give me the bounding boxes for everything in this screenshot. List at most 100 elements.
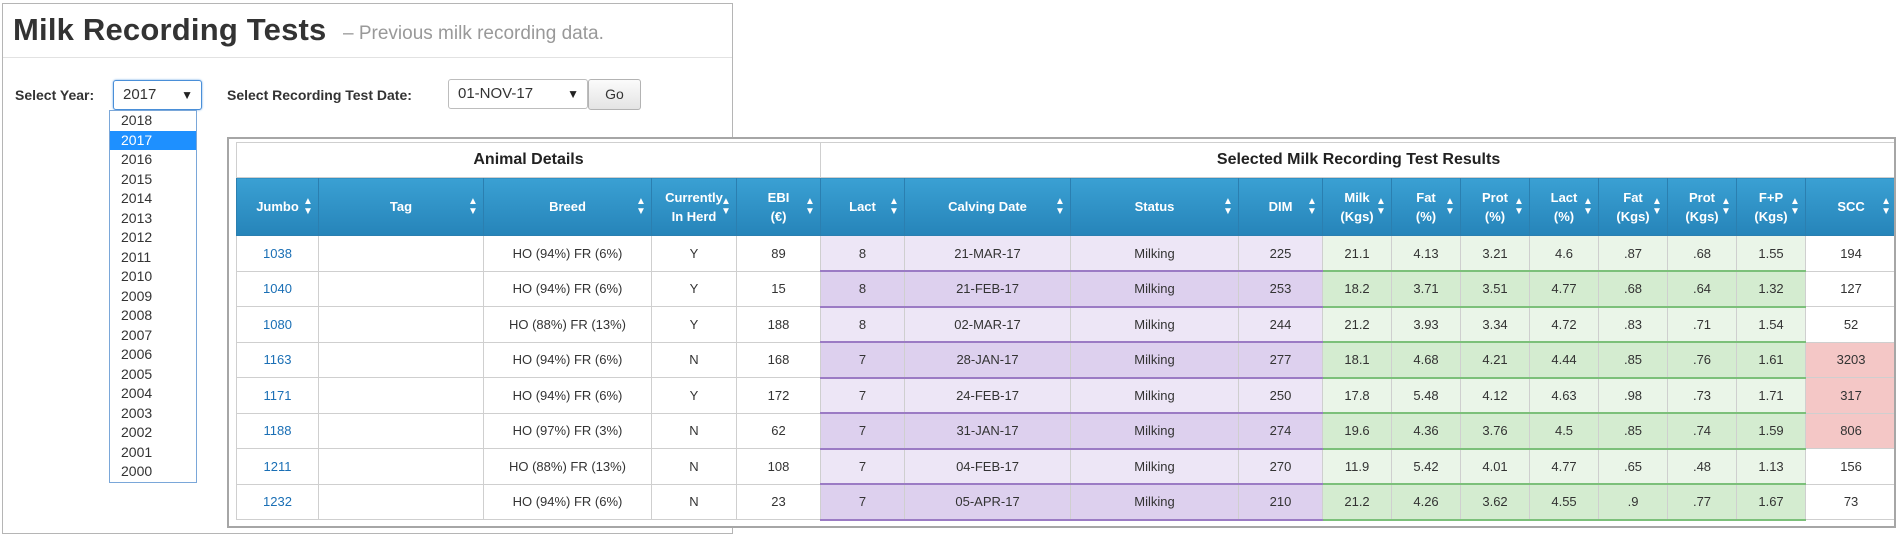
sort-icon[interactable]: ▲ ▼ — [1881, 196, 1891, 217]
sort-icon[interactable]: ▲ ▼ — [1376, 196, 1386, 217]
sort-icon[interactable]: ▲ ▼ — [1514, 196, 1524, 217]
table-cell: 4.13 — [1391, 235, 1462, 272]
column-header[interactable]: DIM ▲ ▼ — [1238, 177, 1324, 236]
year-select-value: 2017 — [123, 86, 157, 103]
year-option[interactable]: 2007 — [110, 326, 196, 346]
column-header[interactable]: Tag ▲ ▼ — [318, 177, 484, 236]
table-cell: .83 — [1598, 306, 1669, 343]
year-option[interactable]: 2005 — [110, 365, 196, 385]
jumbo-link[interactable]: 1232 — [236, 483, 319, 520]
jumbo-link[interactable]: 1163 — [236, 341, 319, 378]
table-cell: 4.5 — [1529, 412, 1600, 450]
year-option[interactable]: 2014 — [110, 189, 196, 209]
table-cell: .77 — [1667, 483, 1738, 521]
table-cell: 806 — [1805, 412, 1894, 449]
table-cell: Milking — [1070, 483, 1240, 521]
table-cell: 3.21 — [1460, 235, 1531, 272]
year-option[interactable]: 2000 — [110, 462, 196, 482]
table-cell — [318, 483, 484, 520]
test-date-value: 01-NOV-17 — [458, 85, 534, 102]
column-header-label: Currently — [665, 189, 723, 205]
year-option[interactable]: 2003 — [110, 404, 196, 424]
sort-icon[interactable]: ▲ ▼ — [721, 196, 731, 217]
table-cell: 270 — [1238, 448, 1324, 485]
year-option[interactable]: 2001 — [110, 443, 196, 463]
sort-icon[interactable]: ▲ ▼ — [889, 196, 899, 217]
column-header[interactable]: Milk (Kgs) ▲ ▼ — [1322, 177, 1393, 236]
sort-icon[interactable]: ▲ ▼ — [1652, 196, 1662, 217]
column-header[interactable]: Fat (Kgs) ▲ ▼ — [1598, 177, 1669, 236]
jumbo-link[interactable]: 1038 — [236, 235, 319, 272]
column-header-label: Breed — [549, 199, 586, 214]
jumbo-link[interactable]: 1040 — [236, 270, 319, 307]
table-cell: 1.59 — [1736, 412, 1807, 450]
table-cell: 7 — [820, 483, 906, 521]
table-cell: HO (94%) FR (6%) — [483, 341, 652, 378]
column-header[interactable]: Breed ▲ ▼ — [483, 177, 652, 236]
table-cell: N — [651, 483, 737, 520]
table-cell: 250 — [1238, 377, 1324, 414]
column-header[interactable]: Prot (%) ▲ ▼ — [1460, 177, 1531, 236]
year-option[interactable]: 2010 — [110, 267, 196, 287]
column-header-unit: (Kgs) — [1616, 208, 1650, 224]
year-select[interactable]: 2017 ▼ — [113, 80, 202, 110]
test-date-select[interactable]: 01-NOV-17 ▼ — [448, 79, 588, 109]
sort-icon[interactable]: ▲ ▼ — [1055, 196, 1065, 217]
year-option[interactable]: 2015 — [110, 170, 196, 190]
year-option[interactable]: 2002 — [110, 423, 196, 443]
table-cell: 3.76 — [1460, 412, 1531, 450]
page-title: Milk Recording Tests — [13, 12, 327, 47]
table-cell: 168 — [735, 341, 822, 378]
year-option[interactable]: 2004 — [110, 384, 196, 404]
year-option[interactable]: 2009 — [110, 287, 196, 307]
jumbo-link[interactable]: 1171 — [236, 377, 319, 414]
jumbo-link[interactable]: 1211 — [236, 448, 319, 485]
column-header-unit: In Herd — [671, 208, 717, 224]
column-header-unit: (€) — [770, 208, 787, 224]
column-header[interactable]: EBI (€) ▲ ▼ — [735, 177, 822, 236]
year-option[interactable]: 2006 — [110, 345, 196, 365]
sort-icon[interactable]: ▲ ▼ — [1790, 196, 1800, 217]
table-cell: 62 — [735, 412, 822, 449]
column-header[interactable]: Lact (%) ▲ ▼ — [1529, 177, 1600, 236]
table-cell: 52 — [1805, 306, 1894, 343]
sort-icon[interactable]: ▲ ▼ — [805, 196, 815, 217]
year-option[interactable]: 2011 — [110, 248, 196, 268]
sort-icon[interactable]: ▲ ▼ — [468, 196, 478, 217]
column-header[interactable]: Calving Date ▲ ▼ — [904, 177, 1072, 236]
table-cell: Milking — [1070, 412, 1240, 450]
year-option[interactable]: 2013 — [110, 209, 196, 229]
year-option[interactable]: 2017 — [110, 130, 196, 150]
sort-icon[interactable]: ▲ ▼ — [636, 196, 646, 217]
column-header[interactable]: Prot (Kgs) ▲ ▼ — [1667, 177, 1738, 236]
sort-icon[interactable]: ▲ ▼ — [1721, 196, 1731, 217]
sort-icon[interactable]: ▲ ▼ — [1223, 196, 1233, 217]
year-option[interactable]: 2018 — [110, 111, 196, 131]
year-label: Select Year: — [15, 87, 95, 103]
column-header[interactable]: F+P (Kgs) ▲ ▼ — [1736, 177, 1807, 236]
column-header[interactable]: Status ▲ ▼ — [1070, 177, 1240, 236]
year-option[interactable]: 2012 — [110, 228, 196, 248]
table-cell: 15 — [735, 270, 822, 307]
table-cell — [318, 448, 484, 485]
column-header[interactable]: Fat (%) ▲ ▼ — [1391, 177, 1462, 236]
column-header[interactable]: Jumbo ▲ ▼ — [236, 177, 319, 236]
table-cell: 4.68 — [1391, 341, 1462, 379]
jumbo-link[interactable]: 1080 — [236, 306, 319, 343]
column-header[interactable]: Currently In Herd ▲ ▼ — [651, 177, 737, 236]
table-cell: 188 — [735, 306, 822, 343]
go-button[interactable]: Go — [588, 79, 641, 110]
sort-icon[interactable]: ▲ ▼ — [303, 196, 313, 217]
table-cell: Y — [651, 235, 737, 272]
column-header-label: Tag — [389, 199, 413, 214]
column-header[interactable]: SCC ▲ ▼ — [1805, 177, 1894, 236]
sort-icon[interactable]: ▲ ▼ — [1583, 196, 1593, 217]
year-dropdown-list[interactable]: 2018 2017 2016 2015 2014 2013 2012 2011 2010 2009… — [109, 110, 197, 483]
jumbo-link[interactable]: 1188 — [236, 412, 319, 449]
column-header[interactable]: Lact ▲ ▼ — [820, 177, 906, 236]
year-option[interactable]: 2008 — [110, 306, 196, 326]
year-option[interactable]: 2016 — [110, 150, 196, 170]
table-cell: 7 — [820, 377, 906, 414]
sort-icon[interactable]: ▲ ▼ — [1307, 196, 1317, 217]
sort-icon[interactable]: ▲ ▼ — [1445, 196, 1455, 217]
